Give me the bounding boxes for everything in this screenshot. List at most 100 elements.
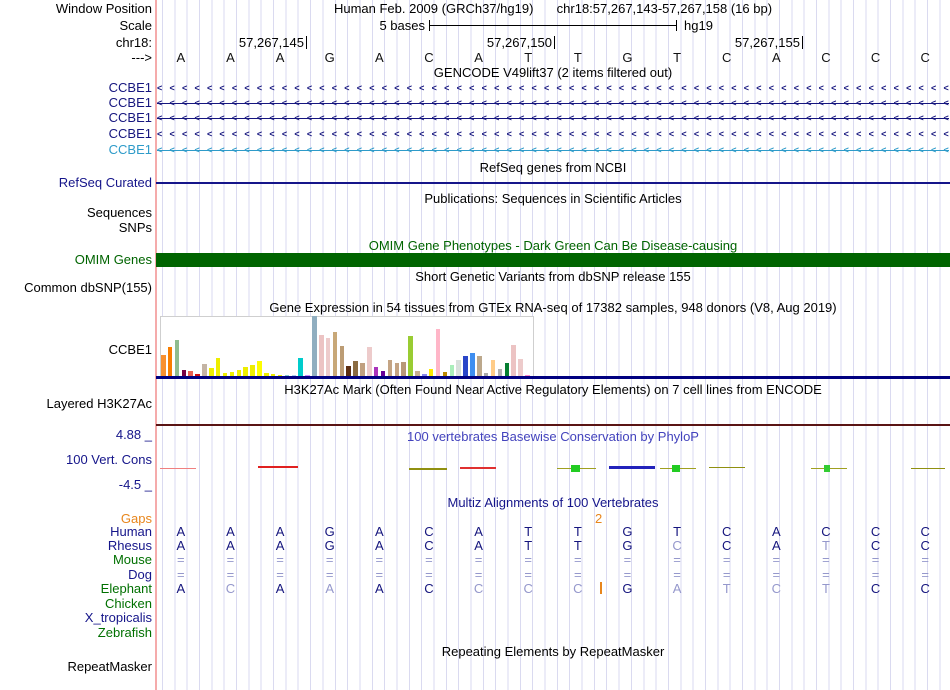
species-label[interactable]: Rhesus	[0, 539, 152, 553]
gene-label[interactable]: CCBE1	[0, 96, 152, 110]
sequences-label[interactable]: Sequences	[0, 206, 152, 220]
left-arrow-icon: <	[893, 145, 899, 155]
left-arrow-icon: <	[194, 98, 200, 108]
species-label[interactable]: Human	[0, 525, 152, 539]
alignment-cell: =	[673, 552, 681, 567]
alignment-cell: A	[374, 581, 384, 596]
gtex-bar	[332, 332, 338, 377]
species-label[interactable]: Mouse	[0, 553, 152, 567]
left-arrow-icon: <	[781, 83, 787, 93]
gene-row[interactable]: < < < < < < < < < < < < < < < < < < < < < < < < < < < < < < < < < < < < < < < <…	[157, 145, 949, 156]
repeatmasker-label[interactable]: RepeatMasker	[0, 660, 152, 674]
left-arrow-icon: <	[494, 98, 500, 108]
left-arrow-icon: <	[519, 129, 525, 139]
alignment-cell: A	[226, 538, 235, 553]
left-arrow-icon: <	[656, 129, 662, 139]
alignment-cell: =	[276, 567, 284, 582]
common-dbsnp-label[interactable]: Common dbSNP(155)	[0, 281, 152, 295]
gene-row[interactable]: < < < < < < < < < < < < < < < < < < < < < < < < < < < < < < < < < < < < < < < <…	[157, 98, 949, 109]
left-arrow-icon: <	[269, 113, 275, 123]
gtex-gene-model-line[interactable]	[156, 376, 950, 379]
left-arrow-icon: <	[219, 145, 225, 155]
species-label[interactable]: Chicken	[0, 597, 152, 611]
base-letter: A	[226, 50, 235, 65]
left-arrow-icon: <	[868, 98, 874, 108]
left-arrow-icon: <	[668, 145, 675, 155]
left-arrow-icon: <	[881, 129, 887, 139]
left-arrow-icon: <	[169, 113, 175, 123]
genome-browser-image: Window Position Human Feb. 2009 (GRCh37/…	[0, 0, 950, 690]
refseq-curated-label[interactable]: RefSeq Curated	[0, 176, 152, 190]
left-arrow-icon: <	[806, 113, 812, 123]
alignment-cell: =	[673, 567, 681, 582]
left-arrow-icon: <	[693, 113, 700, 123]
left-arrow-icon: <	[244, 129, 250, 139]
refseq-gene-line[interactable]	[156, 182, 950, 184]
left-arrow-icon: <	[531, 113, 537, 123]
alignment-cell: G	[622, 581, 633, 596]
phylop-track-label[interactable]: 100 Vert. Cons	[0, 453, 152, 467]
gene-row[interactable]: < < < < < < < < < < < < < < < < < < < < < < < < < < < < < < < < < < < < < < < <…	[157, 129, 949, 140]
alignment-cell: C	[870, 538, 881, 553]
base-letter: A	[176, 50, 186, 65]
alignment-cell: C	[920, 538, 930, 553]
left-arrow-icon: <	[881, 98, 887, 108]
left-arrow-icon: <	[481, 129, 487, 139]
species-label[interactable]: X_tropicalis	[0, 611, 152, 625]
omim-gene-bar[interactable]	[156, 253, 950, 267]
left-arrow-icon: <	[294, 129, 300, 139]
alignment-cell: =	[921, 567, 929, 582]
snps-label[interactable]: SNPs	[0, 221, 152, 235]
gene-label[interactable]: CCBE1	[0, 111, 152, 125]
left-arrow-icon: <	[843, 145, 849, 155]
gene-row[interactable]: < < < < < < < < < < < < < < < < < < < < < < < < < < < < < < < < < < < < < < < <…	[157, 113, 949, 124]
strand-direction-label[interactable]: --->	[0, 51, 152, 65]
left-arrow-icon: <	[918, 98, 924, 108]
gene-label[interactable]: CCBE1	[0, 143, 152, 157]
gtex-bar	[518, 359, 523, 377]
left-arrow-icon: <	[306, 113, 313, 123]
left-arrow-icon: <	[169, 129, 175, 139]
left-arrow-icon: <	[681, 83, 687, 93]
left-arrow-icon: <	[793, 98, 799, 108]
left-arrow-icon: <	[281, 98, 288, 108]
scale-bar-right-tick	[676, 20, 677, 31]
left-arrow-icon: <	[544, 83, 550, 93]
left-arrow-icon: <	[556, 113, 562, 123]
left-arrow-icon: <	[643, 145, 650, 155]
gene-label[interactable]: CCBE1	[0, 81, 152, 95]
left-arrow-icon: <	[681, 113, 687, 123]
alignment-cell: =	[226, 552, 235, 567]
layered-h3k27ac-label[interactable]: Layered H3K27Ac	[0, 397, 152, 411]
left-arrow-icon: <	[656, 113, 662, 123]
gtex-bar	[298, 358, 303, 377]
left-arrow-icon: <	[718, 83, 725, 93]
left-arrow-icon: <	[568, 98, 575, 108]
alignment-row: = = = = = = = = = = = = = = = =	[156, 568, 950, 582]
alignment-cell: A	[226, 524, 235, 539]
base-letter: G	[324, 50, 335, 65]
left-arrow-icon: <	[256, 145, 263, 155]
left-arrow-icon: <	[531, 98, 537, 108]
left-arrow-icon: <	[444, 83, 450, 93]
alignment-cell: A	[176, 524, 186, 539]
left-arrow-icon: <	[319, 83, 325, 93]
omim-genes-label[interactable]: OMIM Genes	[0, 253, 152, 267]
species-label[interactable]: Zebrafish	[0, 626, 152, 640]
alignment-cell: A	[474, 524, 483, 539]
left-arrow-icon: <	[456, 129, 462, 139]
alignment-cell: C	[870, 524, 881, 539]
gene-label[interactable]: CCBE1	[0, 127, 152, 141]
base-letter: G	[622, 50, 633, 65]
alignment-cell: T	[821, 538, 830, 553]
scale-bar-left-tick	[429, 20, 430, 31]
species-label[interactable]: Dog	[0, 568, 152, 582]
left-arrow-icon: <	[319, 145, 325, 155]
left-arrow-icon: <	[906, 113, 912, 123]
gtex-gene-label[interactable]: CCBE1	[0, 343, 152, 357]
gene-row[interactable]: < < < < < < < < < < < < < < < < < < < < < < < < < < < < < < < < < < < < < < < <…	[157, 83, 949, 94]
left-arrow-icon: <	[768, 129, 774, 139]
species-label[interactable]: Elephant	[0, 582, 152, 596]
left-arrow-icon: <	[918, 83, 924, 93]
left-arrow-icon: <	[743, 98, 750, 108]
